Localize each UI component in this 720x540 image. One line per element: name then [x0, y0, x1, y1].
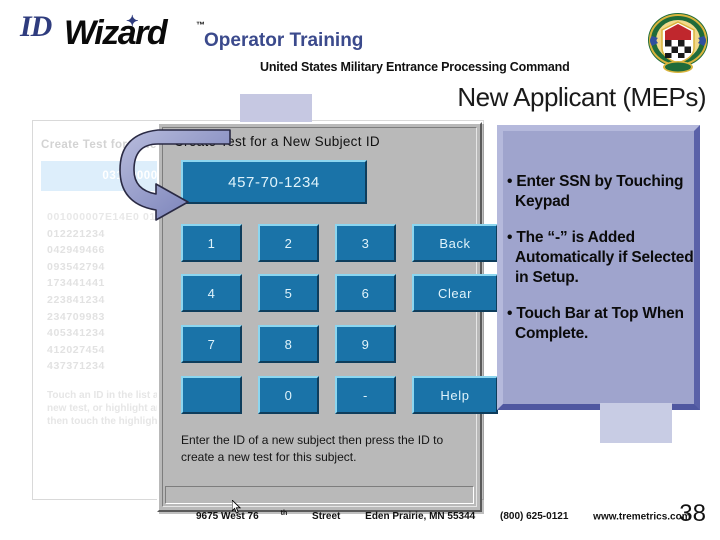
key-2[interactable]: 2: [258, 224, 319, 262]
bullet-item: The “-” is Added Automatically if Select…: [505, 228, 705, 288]
key-5[interactable]: 5: [258, 274, 319, 312]
page-subtitle: United States Military Entrance Processi…: [260, 60, 570, 74]
key-0[interactable]: 0: [258, 376, 319, 414]
idwizard-logo: ID Wizard ✦ ™: [18, 8, 208, 56]
slide-title: New Applicant (MEPs): [457, 82, 706, 112]
trademark-icon: ™: [196, 20, 205, 30]
key-7[interactable]: 7: [181, 325, 242, 363]
dialog-status-bar: [165, 486, 474, 504]
logo-wizard-text: Wizard: [64, 14, 168, 52]
bullet-item: Enter SSN by Touching Keypad: [505, 172, 705, 212]
slide-canvas: ID Wizard ✦ ™ Operator Training United S…: [0, 0, 720, 540]
key-dash[interactable]: -: [335, 376, 396, 414]
ssn-value: 457-70-1234: [228, 173, 320, 191]
page-number: 38: [679, 500, 706, 527]
curved-arrow-icon: [119, 129, 231, 221]
key-6[interactable]: 6: [335, 274, 396, 312]
key-clear[interactable]: Clear: [412, 274, 498, 312]
bullet-item: Touch Bar at Top When Complete.: [505, 304, 705, 344]
page-title: Operator Training: [204, 30, 364, 51]
key-help[interactable]: Help: [412, 376, 498, 414]
footer-city: Eden Prairie, MN 55344: [365, 511, 476, 523]
footer-address: 9675 West 76th Street: [196, 510, 341, 523]
bullet-list: Enter SSN by Touching Keypad The “-” is …: [505, 172, 705, 344]
key-8[interactable]: 8: [258, 325, 319, 363]
footer-contact: 9675 West 76th Street Eden Prairie, MN 5…: [196, 510, 691, 522]
mouse-cursor-icon: [232, 500, 241, 514]
key-3[interactable]: 3: [335, 224, 396, 262]
footer-website: www.tremetrics.com: [593, 511, 691, 523]
decorative-lavender-box-top: [240, 94, 312, 122]
bullet-list-container: Enter SSN by Touching Keypad The “-” is …: [505, 172, 705, 360]
key-1[interactable]: 1: [181, 224, 242, 262]
mepcom-seal-icon: [648, 13, 708, 73]
logo-id-text: ID: [20, 10, 52, 43]
key-back[interactable]: Back: [412, 224, 498, 262]
footer-phone: (800) 625-0121: [500, 511, 569, 523]
tremetrics-logo: TREXMETRICS: [8, 503, 158, 529]
dialog-instructions: Enter the ID of a new subject then press…: [181, 433, 444, 464]
key-4[interactable]: 4: [181, 274, 242, 312]
star-icon: ✦: [126, 13, 139, 30]
key-9[interactable]: 9: [335, 325, 396, 363]
key-blank-left[interactable]: [181, 376, 242, 414]
decorative-lavender-box-bottom: [600, 403, 672, 443]
